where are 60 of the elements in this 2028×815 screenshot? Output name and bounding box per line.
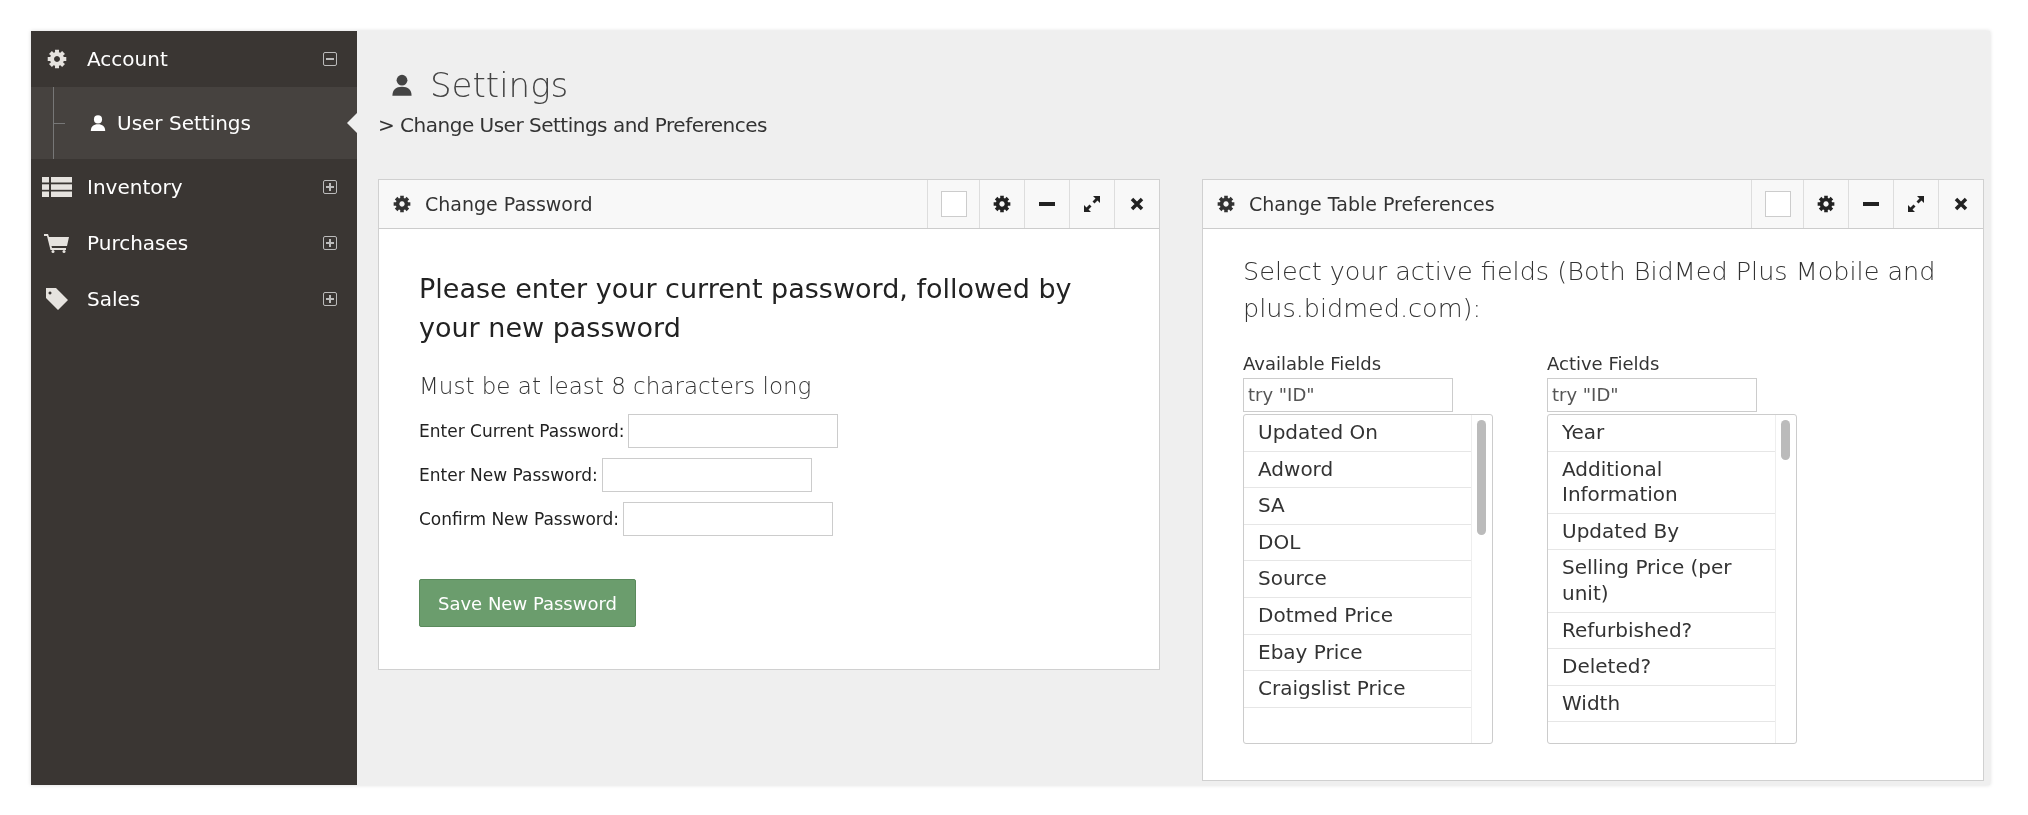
panel-title: Change Table Preferences [1249,193,1495,215]
filter-field[interactable]: try "ID" [1547,377,1757,412]
expand-arrows-icon [1907,195,1925,213]
gear-icon [993,195,1011,213]
password-hint: Must be at least 8 characters long [419,373,813,400]
list-item[interactable]: Deleted? [1548,649,1775,686]
list-label: Active Fields [1547,352,1661,374]
list-item[interactable]: Updated By [1548,513,1775,551]
sidebar-subitem[interactable]: User Settings [31,87,357,159]
list-label: Available Fields [1243,352,1383,374]
minus-icon [1863,202,1879,206]
close-icon [1954,197,1968,211]
list-item[interactable]: Ebay Price [1244,634,1471,672]
tag-icon [45,287,69,311]
password-field[interactable] [623,502,834,537]
sidebar-item[interactable]: Account [31,31,357,87]
password-field[interactable] [601,458,812,493]
field-label: Confirm New Password: [419,509,620,530]
gear-icon [47,49,67,69]
expand-arrows-icon [1083,195,1101,213]
list-item[interactable]: Craigslist Price [1244,671,1471,708]
panel-title: Change Password [425,193,593,215]
list-item[interactable]: Additional Information [1548,451,1775,514]
scrollbar-thumb[interactable] [1477,419,1486,535]
list-item[interactable]: Adword [1244,451,1471,489]
list-item[interactable]: DOL [1244,524,1471,562]
expand-icon[interactable] [323,180,337,194]
scrollbar-thumb[interactable] [1781,419,1790,460]
list-item[interactable]: Selling Price (per unit) [1548,550,1775,613]
user-icon [89,114,107,132]
breadcrumb: > Change User Settings and Preferences [378,113,768,137]
sidebar-item[interactable]: Inventory [31,159,357,215]
gear-icon [393,195,411,213]
intro-text: Select your active fields (Both BidMed Plus Mobile and plus.bidmed.com): [1243,255,1937,325]
expand-icon[interactable] [323,236,337,250]
sidebar-item[interactable]: Purchases [31,215,357,271]
list-item[interactable]: Dotmed Price [1244,597,1471,635]
sidebar-item[interactable]: Sales [31,271,357,327]
list-item[interactable]: Refurbished? [1548,612,1775,650]
page-title: Settings [430,65,569,105]
minus-icon [1039,202,1055,206]
list-item[interactable]: SA [1244,488,1471,525]
password-field[interactable] [628,414,839,449]
list-item[interactable]: Updated On [1244,414,1471,452]
expand-icon[interactable] [323,292,337,306]
collapse-icon[interactable] [323,52,337,66]
gear-icon [1217,195,1235,213]
cart-icon [44,233,70,253]
gear-icon [1817,195,1835,213]
field-label: Enter New Password: [419,465,598,486]
user-icon [390,73,414,97]
list-item[interactable]: Source [1244,561,1471,598]
list-item[interactable]: Year [1548,414,1775,452]
instruction-heading: Please enter your current password, followed by your new password [419,272,1073,346]
field-label: Enter Current Password: [419,421,625,442]
list-item[interactable]: Width [1548,685,1775,723]
close-icon [1130,197,1144,211]
list-icon [42,177,72,197]
filter-field[interactable]: try "ID" [1243,377,1453,412]
selection-pointer-icon [347,113,357,133]
